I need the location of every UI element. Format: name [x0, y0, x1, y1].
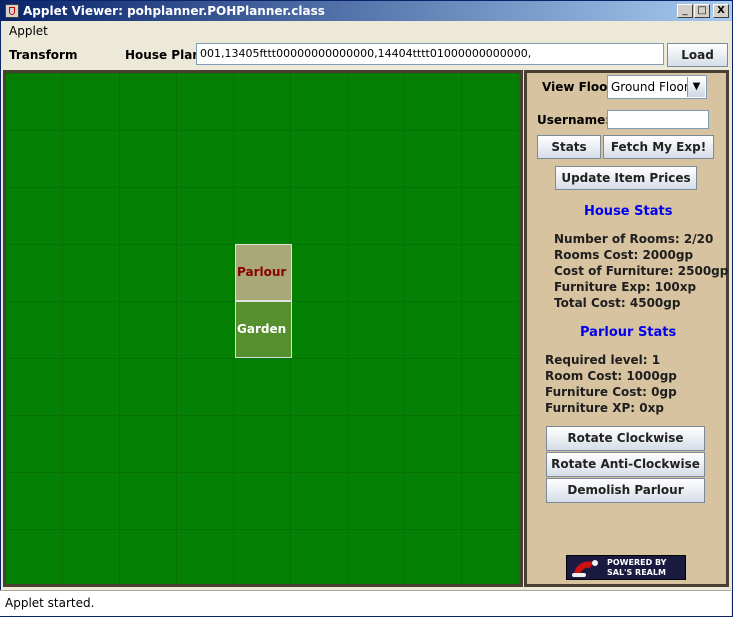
house-stats-heading: House Stats [584, 204, 673, 219]
logo-line-2: SAL'S REALM [607, 568, 666, 577]
stat-total-cost: Total Cost: 4500gp [554, 296, 681, 310]
room-garden[interactable]: Garden [235, 301, 292, 358]
logo-line-1: POWERED BY [607, 558, 667, 567]
stat-required-level: Required level: 1 [545, 353, 661, 367]
sals-realm-logo[interactable]: POWERED BY SAL'S REALM [566, 555, 686, 580]
logo-text: POWERED BY SAL'S REALM [607, 558, 666, 578]
rotate-anticlockwise-button[interactable]: Rotate Anti-Clockwise [546, 452, 705, 477]
demolish-room-button[interactable]: Demolish Parlour [546, 478, 705, 503]
house-grid[interactable]: Parlour Garden [6, 73, 520, 584]
view-floor-select[interactable]: Ground Floor ▼ [607, 75, 707, 99]
view-floor-value: Ground Floor [611, 80, 689, 94]
update-item-prices-button[interactable]: Update Item Prices [555, 166, 697, 190]
close-button[interactable]: X [713, 4, 729, 18]
stat-furniture-xp: Furniture XP: 0xp [545, 401, 664, 415]
stat-rooms-cost: Rooms Cost: 2000gp [554, 248, 694, 262]
chevron-down-icon[interactable]: ▼ [687, 77, 705, 97]
menu-bar: Applet [1, 21, 732, 41]
transform-label[interactable]: Transform [9, 48, 77, 62]
username-label: Username: [537, 113, 611, 127]
santa-hat-icon [572, 560, 598, 577]
load-button[interactable]: Load [667, 43, 728, 67]
room-label: Garden [237, 322, 287, 336]
status-text: Applet started. [5, 596, 95, 610]
stat-number-of-rooms: Number of Rooms: 2/20 [554, 232, 714, 246]
house-plan-label: House Plan: [125, 48, 206, 62]
house-plan-input[interactable]: 001,13405fttt00000000000000,14404tttt010… [196, 43, 664, 65]
stat-cost-of-furniture: Cost of Furniture: 2500gp [554, 264, 729, 278]
status-bar: Applet started. [0, 590, 731, 616]
title-bar[interactable]: Applet Viewer: pohplanner.POHPlanner.cla… [1, 1, 732, 21]
menu-applet[interactable]: Applet [9, 24, 48, 38]
java-cup-icon [5, 4, 19, 18]
minimize-button[interactable]: _ [677, 4, 693, 18]
room-parlour[interactable]: Parlour [235, 244, 292, 301]
username-input[interactable] [607, 110, 709, 129]
stat-furniture-exp: Furniture Exp: 100xp [554, 280, 697, 294]
window-title: Applet Viewer: pohplanner.POHPlanner.cla… [23, 4, 325, 18]
room-stats-heading: Parlour Stats [580, 325, 677, 340]
rotate-clockwise-button[interactable]: Rotate Clockwise [546, 426, 705, 451]
room-label: Parlour [237, 265, 287, 279]
stat-room-cost: Room Cost: 1000gp [545, 369, 677, 383]
stat-furniture-cost: Furniture Cost: 0gp [545, 385, 677, 399]
fetch-exp-button[interactable]: Fetch My Exp! [603, 135, 714, 159]
maximize-button[interactable]: □ [694, 4, 710, 18]
stats-button[interactable]: Stats [537, 135, 601, 159]
